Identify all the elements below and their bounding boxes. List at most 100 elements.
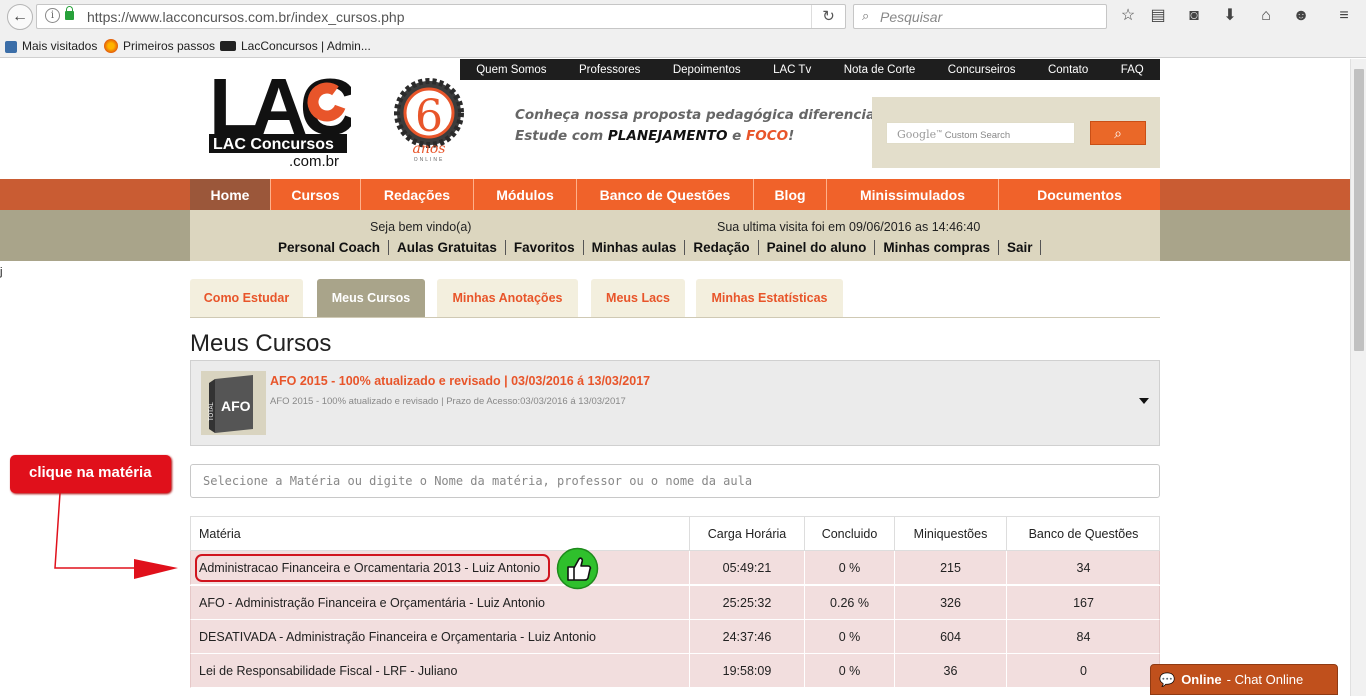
link-minhas-compras[interactable]: Minhas compras	[875, 240, 999, 255]
topnav-lac-tv[interactable]: LAC Tv	[773, 64, 811, 76]
cell-carga: 24:37:46	[690, 620, 805, 653]
tab-como-estudar[interactable]: Como Estudar	[190, 279, 303, 317]
slogan-line-2: Estude com PLANEJAMENTO e FOCO!	[515, 128, 795, 144]
chat-online-widget[interactable]: 💬 Online - Chat Online	[1150, 664, 1338, 695]
course-title[interactable]: AFO 2015 - 100% atualizado e revisado | …	[270, 374, 650, 388]
course-selector[interactable]: TOTAL AFO AFO 2015 - 100% atualizado e r…	[190, 360, 1160, 446]
cell-banco: 0	[1080, 663, 1087, 678]
link-aulas-gratuitas[interactable]: Aulas Gratuitas	[389, 240, 506, 255]
user-links: Personal Coach Aulas Gratuitas Favoritos…	[270, 240, 1042, 255]
bookmark-lac-admin[interactable]: LacConcursos | Admin...	[220, 39, 371, 53]
menu-cursos[interactable]: Cursos	[271, 179, 361, 210]
browser-search-box[interactable]: ⌕ Pesquisar	[853, 4, 1107, 29]
cell-concluido: 0 %	[805, 654, 895, 687]
slogan-line-1: Conheça nossa proposta pedagógica difere…	[515, 107, 899, 123]
lock-icon[interactable]	[65, 6, 74, 20]
page-scrollbar[interactable]	[1350, 59, 1366, 696]
scrollbar-thumb[interactable]	[1354, 69, 1364, 351]
link-sair[interactable]: Sair	[999, 240, 1042, 255]
cell-materia[interactable]: AFO - Administração Financeira e Orçamen…	[191, 586, 690, 619]
chat-status: Online	[1181, 672, 1222, 687]
svg-text:6: 6	[415, 91, 443, 142]
six-years-badge: 6 anos ONLINE	[394, 78, 464, 163]
menu-redacoes[interactable]: Redações	[361, 179, 474, 210]
table-header: Matéria Carga Horária Concluido Miniques…	[190, 516, 1160, 551]
pocket-icon[interactable]: ◙	[1184, 6, 1204, 26]
lac-logo[interactable]: LAC LAC Concursos .com.br	[209, 68, 351, 168]
lac-favicon	[220, 41, 236, 51]
topnav-professores[interactable]: Professores	[579, 64, 640, 76]
folder-icon	[5, 41, 17, 53]
hamburger-menu-icon[interactable]: ≡	[1334, 6, 1354, 26]
menu-minissimulados[interactable]: Minissimulados	[827, 179, 999, 210]
cell-materia[interactable]: DESATIVADA - Administração Financeira e …	[191, 620, 690, 653]
address-bar[interactable]: i https://www.lacconcursos.com.br/index_…	[36, 4, 846, 29]
cell-carga: 05:49:21	[690, 551, 805, 584]
table-row[interactable]: DESATIVADA - Administração Financeira e …	[190, 620, 1160, 654]
chat-bubble-icon: 💬	[1159, 671, 1176, 687]
student-tabs: Como Estudar Meus Cursos Minhas Anotaçõe…	[190, 279, 1160, 318]
link-painel-do-aluno[interactable]: Painel do aluno	[759, 240, 876, 255]
topnav-depoimentos[interactable]: Depoimentos	[673, 64, 741, 76]
user-bar: Seja bem vindo(a) Sua ultima visita foi …	[0, 210, 1350, 261]
topnav-faq[interactable]: FAQ	[1121, 64, 1144, 76]
svg-text:AFO: AFO	[221, 398, 251, 414]
cell-materia[interactable]: Lei de Responsabilidade Fiscal - LRF - J…	[191, 654, 690, 687]
cell-mini: 326	[895, 586, 1007, 619]
topnav-quem-somos[interactable]: Quem Somos	[476, 64, 546, 76]
site-search-button[interactable]: ⌕	[1090, 121, 1146, 145]
callout-annotation: clique na matéria	[10, 455, 171, 493]
link-favoritos[interactable]: Favoritos	[506, 240, 584, 255]
emoji-icon[interactable]: ☻	[1291, 6, 1311, 26]
page-title: Meus Cursos	[190, 330, 332, 357]
tab-meus-lacs[interactable]: Meus Lacs	[591, 279, 685, 317]
table-row[interactable]: Lei de Responsabilidade Fiscal - LRF - J…	[190, 654, 1160, 688]
menu-blog[interactable]: Blog	[754, 179, 827, 210]
slogan: Conheça nossa proposta pedagógica difere…	[515, 105, 899, 147]
menu-modulos[interactable]: Módulos	[474, 179, 577, 210]
caret-down-icon[interactable]	[1139, 398, 1149, 404]
subject-filter-input[interactable]: Selecione a Matéria ou digite o Nome da …	[190, 464, 1160, 498]
topnav-contato[interactable]: Contato	[1048, 64, 1088, 76]
web-page: Quem Somos Professores Depoimentos LAC T…	[0, 59, 1350, 696]
back-button[interactable]: ←	[7, 4, 33, 30]
link-minhas-aulas[interactable]: Minhas aulas	[584, 240, 686, 255]
url-text[interactable]: https://www.lacconcursos.com.br/index_cu…	[87, 9, 404, 25]
main-menu: Home Cursos Redações Módulos Banco de Qu…	[190, 179, 1160, 210]
bookmark-getting-started[interactable]: Primeiros passos	[104, 39, 215, 53]
course-subtitle: AFO 2015 - 100% atualizado e revisado | …	[270, 396, 626, 407]
cell-concluido: 0 %	[805, 620, 895, 653]
menu-home[interactable]: Home	[190, 179, 271, 210]
last-visit-text: Sua ultima visita foi em 09/06/2016 as 1…	[717, 220, 981, 234]
svg-text:anos: anos	[413, 141, 446, 157]
svg-text:ONLINE: ONLINE	[414, 157, 445, 163]
topnav-concurseiros[interactable]: Concurseiros	[948, 64, 1016, 76]
reading-list-icon[interactable]: ▤	[1148, 6, 1168, 26]
tab-meus-cursos[interactable]: Meus Cursos	[317, 279, 425, 317]
bookmark-star-icon[interactable]: ☆	[1118, 6, 1138, 26]
svg-text:LAC Concursos: LAC Concursos	[213, 136, 334, 153]
tab-minhas-estatisticas[interactable]: Minhas Estatísticas	[696, 279, 843, 317]
download-icon[interactable]: ⬇	[1220, 6, 1240, 26]
reload-icon[interactable]: ↻	[811, 5, 845, 28]
cell-concluido: 0.26 %	[805, 586, 895, 619]
chat-label: - Chat Online	[1226, 672, 1304, 687]
topnav-nota-de-corte[interactable]: Nota de Corte	[844, 64, 916, 76]
table-row[interactable]: AFO - Administração Financeira e Orçamen…	[190, 586, 1160, 620]
annotation-arrow	[54, 492, 178, 579]
welcome-text: Seja bem vindo(a)	[370, 220, 472, 234]
home-icon[interactable]: ⌂	[1256, 6, 1276, 26]
site-search-input[interactable]: Google™ Custom Search	[886, 122, 1075, 144]
menu-banco-de-questoes[interactable]: Banco de Questões	[577, 179, 754, 210]
stray-text: j	[0, 266, 3, 278]
highlight-box-annotation	[195, 554, 550, 582]
info-icon[interactable]: i	[45, 8, 60, 23]
menu-documentos[interactable]: Documentos	[999, 179, 1160, 210]
arrow-left-icon: ←	[12, 8, 28, 25]
svg-text:TOTAL: TOTAL	[209, 402, 215, 421]
search-icon: ⌕	[862, 8, 870, 23]
link-redacao[interactable]: Redação	[685, 240, 759, 255]
link-personal-coach[interactable]: Personal Coach	[270, 240, 390, 255]
tab-minhas-anotacoes[interactable]: Minhas Anotações	[437, 279, 578, 317]
bookmark-most-visited[interactable]: Mais visitados	[5, 39, 97, 53]
